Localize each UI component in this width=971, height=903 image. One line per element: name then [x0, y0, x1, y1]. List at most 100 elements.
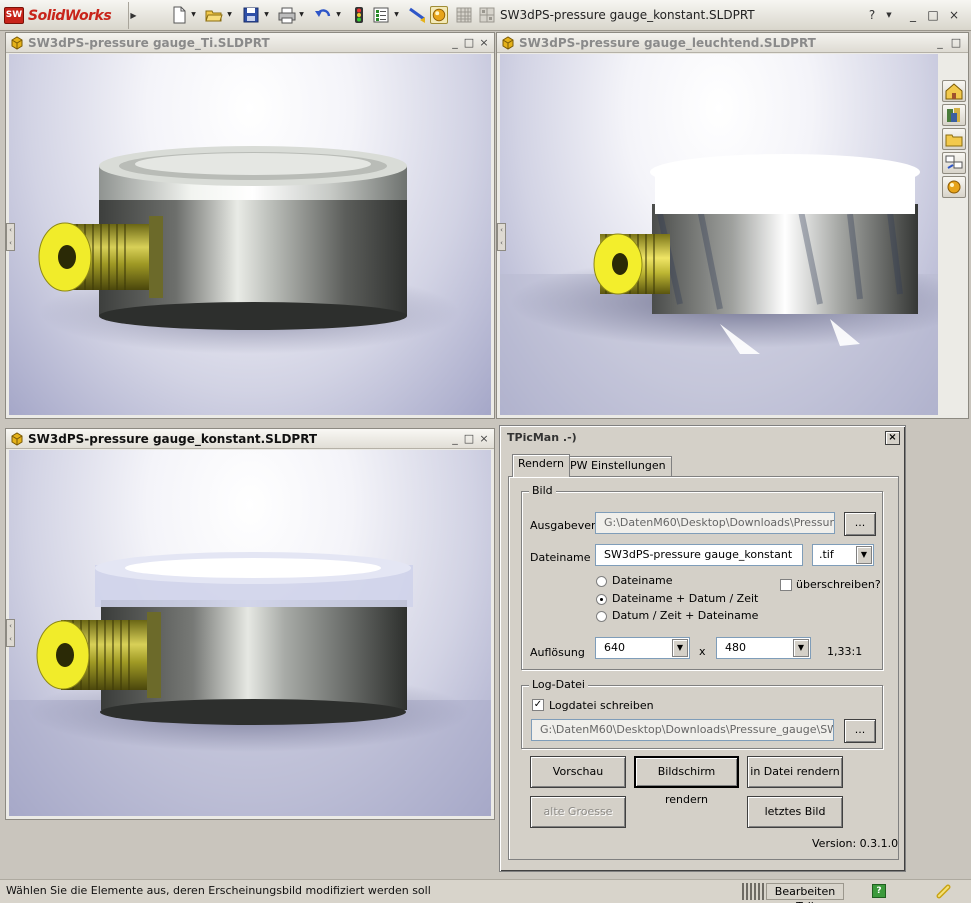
document-titlebar[interactable]: SW3dPS-pressure gauge_leuchtend.SLDPRT _… [497, 33, 968, 53]
extension-value: .tif [819, 548, 834, 561]
options-icon[interactable] [372, 6, 390, 24]
new-dropdown-arrow-icon[interactable]: ▼ [190, 9, 197, 21]
document-close-button[interactable]: × [477, 432, 491, 446]
menu-expand-arrow-icon[interactable]: ▶ [128, 2, 138, 29]
undo-icon[interactable] [314, 6, 332, 24]
extension-select[interactable]: .tif ▼ [812, 544, 874, 566]
left-panel-splitter[interactable]: ‹ ‹ [6, 223, 15, 251]
grid-icon-1[interactable] [455, 6, 473, 24]
log-path-field[interactable]: G:\DatenM60\Desktop\Downloads\Pressure_g… [531, 719, 834, 741]
vorschau-button[interactable]: Vorschau [530, 756, 626, 788]
open-folder-icon[interactable] [205, 6, 223, 24]
app-window-title: SW3dPS-pressure gauge_konstant.SLDPRT [500, 8, 755, 22]
status-grip-icon [742, 883, 764, 900]
bildschirm-rendern-button[interactable]: Bildschirm rendern [634, 756, 739, 806]
ausgabe-path-field[interactable]: G:\DatenM60\Desktop\Downloads\Pressure_g… [595, 512, 835, 534]
document-maximize-button[interactable]: □ [462, 36, 476, 50]
status-edit-mode[interactable]: Bearbeiten Teil [766, 883, 844, 903]
photoworks-render-icon[interactable] [430, 6, 448, 24]
document-close-button[interactable]: × [477, 36, 491, 50]
document-title: SW3dPS-pressure gauge_Ti.SLDPRT [28, 36, 270, 50]
logo-text: SolidWorks [28, 7, 112, 24]
chevron-down-icon[interactable]: ▼ [856, 546, 872, 564]
alte-groesse-button[interactable]: alte Groesse [530, 796, 626, 828]
in-datei-rendern-button[interactable]: in Datei rendern [747, 756, 843, 788]
log-browse-button[interactable]: ... [844, 719, 876, 743]
tab-rendern[interactable]: Rendern [512, 454, 570, 477]
design-library-icon[interactable] [942, 104, 966, 126]
print-icon[interactable] [278, 6, 296, 24]
pressure-gauge-render-leuchtend [500, 154, 938, 415]
new-document-icon[interactable] [170, 6, 188, 24]
left-panel-splitter[interactable]: ‹ ‹ [6, 619, 15, 647]
document-minimize-button[interactable]: _ [448, 432, 462, 446]
aspect-ratio-value: 1,33:1 [827, 645, 863, 658]
restore-button[interactable]: □ [925, 7, 941, 23]
help-icon[interactable]: ? [864, 7, 880, 23]
document-window-leuchtend[interactable]: SW3dPS-pressure gauge_leuchtend.SLDPRT _… [496, 32, 969, 419]
height-value: 480 [725, 641, 746, 654]
overwrite-checkbox[interactable] [780, 579, 792, 591]
solidworks-logo[interactable]: SW SolidWorks [4, 5, 126, 26]
close-button[interactable]: × [946, 7, 962, 23]
document-window-ti[interactable]: SW3dPS-pressure gauge_Ti.SLDPRT _ □ × ‹ … [5, 32, 495, 419]
graphics-viewport[interactable] [500, 54, 938, 415]
grid-icon-2[interactable] [478, 6, 496, 24]
logdatei-checkbox[interactable]: ✓ [532, 699, 544, 711]
height-select[interactable]: 480 ▼ [716, 637, 811, 659]
group-log-legend: Log-Datei [529, 678, 588, 691]
radio-dateiname[interactable] [596, 576, 607, 587]
rebuild-icon[interactable] [350, 6, 368, 24]
save-icon[interactable] [242, 6, 260, 24]
help-dropdown-arrow-icon[interactable]: ▼ [881, 7, 897, 23]
chevron-down-icon[interactable]: ▼ [793, 639, 809, 657]
graphics-viewport[interactable] [9, 54, 491, 415]
ausgabe-browse-button[interactable]: ... [844, 512, 876, 536]
save-dropdown-arrow-icon[interactable]: ▼ [263, 9, 270, 21]
tab-pw-einstellungen[interactable]: PW Einstellungen [564, 456, 672, 476]
width-value: 640 [604, 641, 625, 654]
dialog-titlebar[interactable]: TPicMan .-) × [503, 429, 902, 448]
tpicman-dialog: TPicMan .-) × Rendern PW Einstellungen B… [499, 425, 906, 872]
part-document-icon [502, 36, 514, 50]
document-titlebar[interactable]: SW3dPS-pressure gauge_Ti.SLDPRT _ □ × [6, 33, 494, 53]
file-explorer-icon[interactable] [942, 128, 966, 150]
options-dropdown-arrow-icon[interactable]: ▼ [393, 9, 400, 21]
document-minimize-button[interactable]: _ [448, 36, 462, 50]
document-maximize-button[interactable]: □ [949, 36, 963, 50]
document-titlebar[interactable]: SW3dPS-pressure gauge_konstant.SLDPRT _ … [6, 429, 494, 449]
radio-dateiname-datum[interactable] [596, 594, 607, 605]
view-palette-icon[interactable] [942, 152, 966, 174]
dateiname-field[interactable]: SW3dPS-pressure gauge_konstant [595, 544, 803, 566]
status-rebuild-icon[interactable] [936, 884, 952, 899]
undo-dropdown-arrow-icon[interactable]: ▼ [335, 9, 342, 21]
letztes-bild-button[interactable]: letztes Bild [747, 796, 843, 828]
minimize-button[interactable]: _ [905, 7, 921, 23]
home-icon[interactable] [942, 80, 966, 102]
print-dropdown-arrow-icon[interactable]: ▼ [298, 9, 305, 21]
pressure-gauge-render-ti [38, 146, 459, 354]
radio-datum-dateiname[interactable] [596, 611, 607, 622]
task-pane-tabs [942, 80, 968, 202]
document-window-konstant[interactable]: SW3dPS-pressure gauge_konstant.SLDPRT _ … [5, 428, 495, 820]
status-help-icon[interactable]: ? [872, 884, 886, 898]
dialog-close-button[interactable]: × [885, 431, 900, 445]
open-dropdown-arrow-icon[interactable]: ▼ [226, 9, 233, 21]
app-toolbar: SW SolidWorks ▶ ▼ ▼ ▼ ▼ ▼ ▼ SW3dPS-press… [0, 0, 971, 31]
chevron-down-icon[interactable]: ▼ [672, 639, 688, 657]
dialog-title: TPicMan .-) [507, 431, 577, 444]
group-bild: Bild Ausgabeverz. G:\DatenM60\Desktop\Do… [521, 484, 883, 670]
radio-dateiname-label: Dateiname [612, 574, 673, 587]
overwrite-label: überschreiben? [796, 578, 881, 591]
tab-panel-rendern: Bild Ausgabeverz. G:\DatenM60\Desktop\Do… [508, 476, 899, 860]
left-panel-splitter[interactable]: ‹ ‹ [497, 223, 506, 251]
group-bild-legend: Bild [529, 484, 556, 497]
select-icon[interactable] [408, 6, 426, 24]
document-maximize-button[interactable]: □ [462, 432, 476, 446]
status-message: Wählen Sie die Elemente aus, deren Ersch… [6, 884, 431, 897]
appearance-icon[interactable] [942, 176, 966, 198]
document-minimize-button[interactable]: _ [933, 36, 947, 50]
aufloesung-label: Auflösung [530, 646, 585, 659]
width-select[interactable]: 640 ▼ [595, 637, 690, 659]
graphics-viewport[interactable] [9, 450, 491, 816]
